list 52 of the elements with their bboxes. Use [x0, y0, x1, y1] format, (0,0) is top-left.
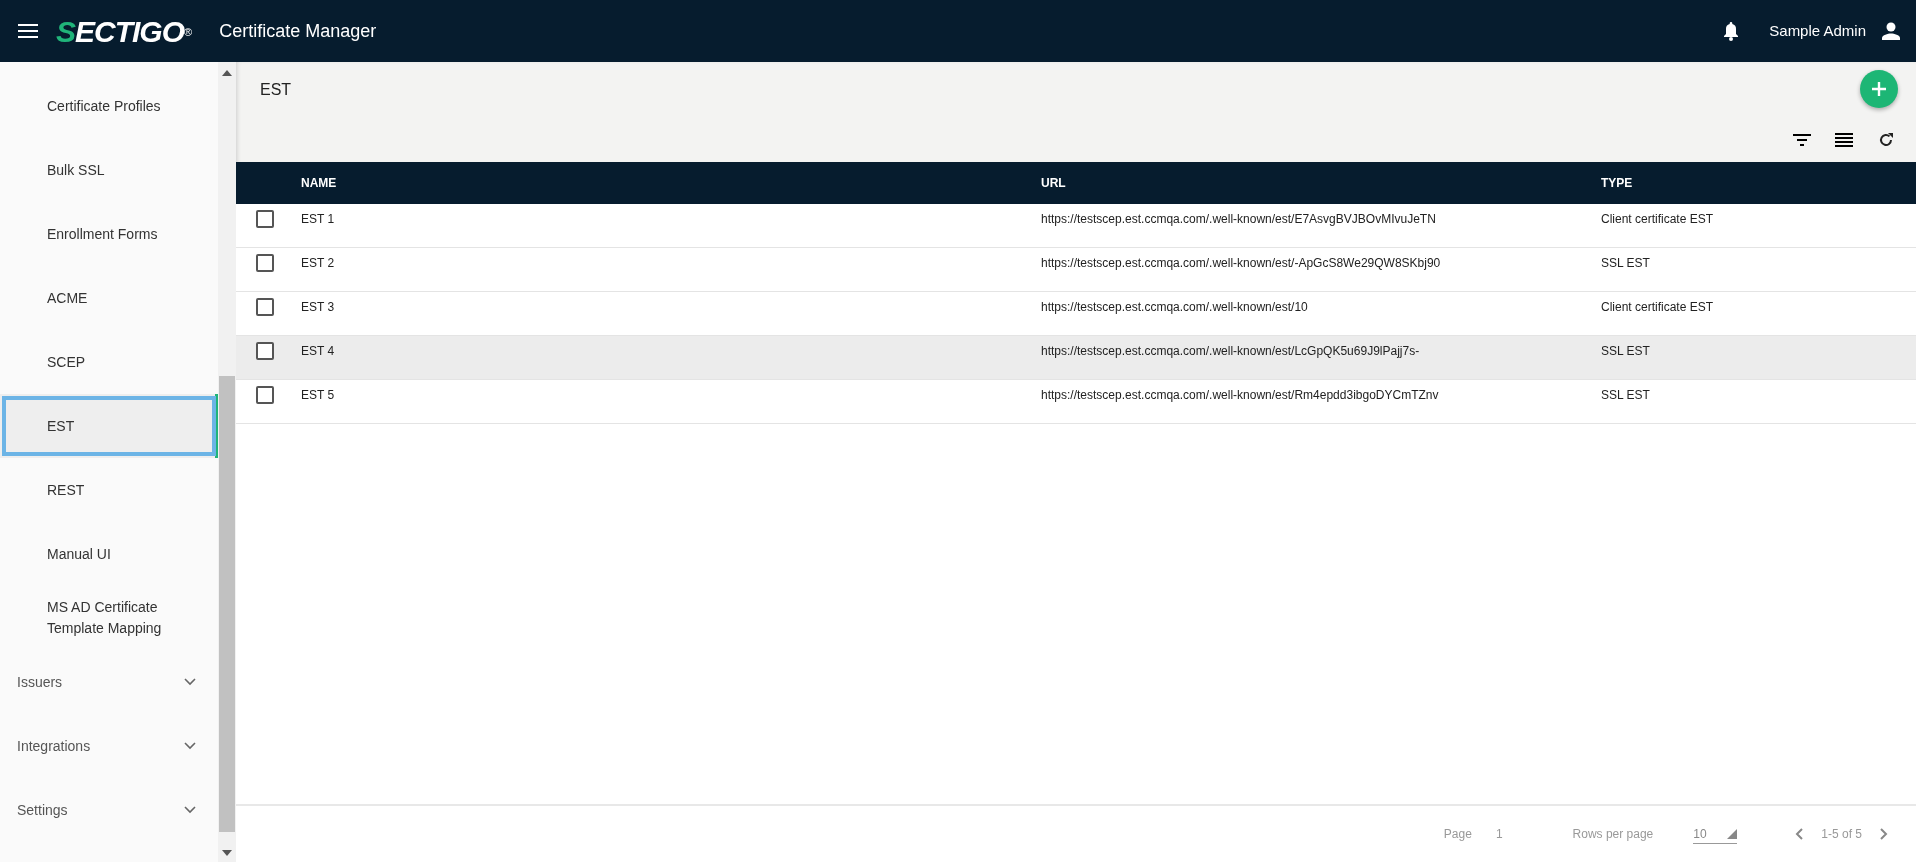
sidebar-item[interactable]: Enrollment Forms [0, 202, 218, 266]
app-title: Certificate Manager [219, 19, 377, 43]
page-range: 1-5 of 5 [1821, 826, 1862, 843]
table-cell-text: EST 1 [301, 211, 335, 229]
row-checkbox[interactable] [256, 342, 274, 361]
add-button[interactable] [1860, 70, 1898, 108]
sidebar-item[interactable]: REST [0, 458, 218, 522]
column-header[interactable]: NAME [301, 174, 337, 192]
page-number: 1 [1495, 826, 1503, 843]
sidebar-item[interactable]: EST [0, 394, 218, 458]
row-checkbox[interactable] [256, 210, 274, 229]
table-cell-text: Client certificate EST [1601, 211, 1714, 229]
page-label: Page [1443, 826, 1472, 843]
row-checkbox[interactable] [256, 254, 274, 273]
plus-icon [1871, 81, 1887, 97]
scroll-down-icon[interactable] [222, 850, 232, 856]
table-cell-text: https://testscep.est.ccmqa.com/.well-known/est/10 [1041, 299, 1308, 317]
sidebar-item[interactable]: ACME [0, 266, 218, 330]
table-cell-text: https://testscep.est.ccmqa.com/.well-known/est/Rm4epdd3ibgoDYCmTZnv [1041, 387, 1439, 405]
sidebar-group[interactable]: Integrations [0, 714, 218, 778]
table-cell-text: https://testscep.est.ccmqa.com/.well-known/est/LcGpQK5u69J9lPajj7s- [1041, 343, 1420, 361]
table-cell-text: EST 3 [301, 299, 335, 317]
table-cell-text: EST 4 [301, 343, 335, 361]
table-cell-text: SSL EST [1601, 255, 1650, 273]
rows-per-page-label: Rows per page [1572, 826, 1654, 843]
bell-icon[interactable] [1723, 21, 1740, 41]
row-checkbox[interactable] [256, 298, 274, 317]
sidebar-group[interactable]: Settings [0, 778, 218, 842]
page-title: EST [260, 81, 292, 98]
sidebar-item[interactable]: Certificate Profiles [0, 74, 218, 138]
sidebar-group[interactable]: Issuers [0, 650, 218, 714]
table-cell-text: Client certificate EST [1601, 299, 1714, 317]
user-name[interactable]: Sample Admin [1769, 19, 1866, 43]
row-checkbox[interactable] [256, 386, 274, 405]
table-cell-text: SSL EST [1601, 343, 1650, 361]
brand-logo: SECTIGO$^{®}$ [56, 13, 192, 50]
table-cell-text: EST 5 [301, 387, 335, 405]
table-cell-text: EST 2 [301, 255, 335, 273]
sidebar-item[interactable]: SCEP [0, 330, 218, 394]
scrollbar-thumb[interactable] [219, 376, 235, 832]
rows-per-page-select[interactable]: 10 [1693, 824, 1738, 844]
column-header[interactable]: URL [1041, 174, 1066, 192]
user-icon[interactable] [1882, 22, 1900, 40]
table-cell-text: https://testscep.est.ccmqa.com/.well-known/est/-ApGcS8We29QW8SKbj90 [1041, 255, 1441, 273]
column-header[interactable]: TYPE [1601, 174, 1633, 192]
dropdown-caret-icon [1727, 828, 1738, 839]
sidebar-item[interactable]: MS AD Certificate Template Mapping [0, 586, 218, 650]
scroll-up-icon[interactable] [222, 70, 232, 76]
table-cell-text: https://testscep.est.ccmqa.com/.well-known/est/E7AsvgBVJBOvMIvuJeTN [1041, 211, 1436, 229]
sidebar-item[interactable]: Bulk SSL [0, 138, 218, 202]
table-cell-text: SSL EST [1601, 387, 1650, 405]
sidebar-item[interactable]: Manual UI [0, 522, 218, 586]
